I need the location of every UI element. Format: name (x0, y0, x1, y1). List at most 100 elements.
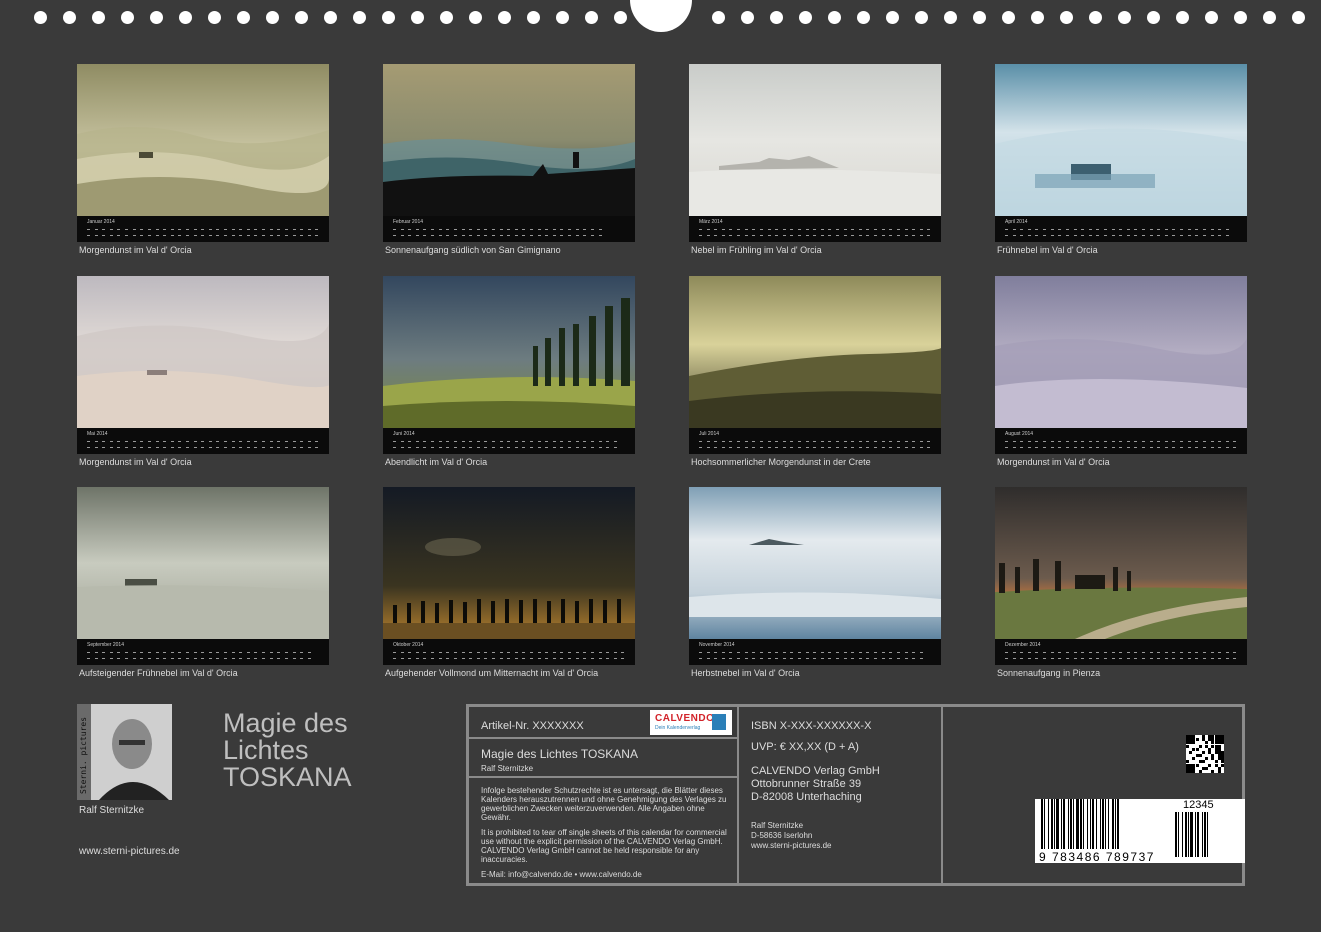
day-mark (469, 235, 473, 236)
month-name: Mai 2014 (87, 431, 108, 437)
binding-hole (469, 11, 482, 24)
day-mark (1157, 652, 1161, 653)
month-thumb-july: Juli 2014 Hochsommerlicher Morgendunst i… (689, 276, 941, 467)
day-mark (1164, 447, 1168, 448)
barcode-bar (1096, 799, 1097, 849)
qr-module (1217, 769, 1221, 773)
day-mark (1088, 235, 1092, 236)
day-mark (1012, 235, 1016, 236)
day-mark (836, 229, 840, 230)
day-mark (155, 235, 159, 236)
day-mark (132, 447, 136, 448)
day-mark (446, 447, 450, 448)
day-mark (193, 235, 197, 236)
binding-hole (886, 11, 899, 24)
day-mark (87, 447, 90, 448)
day-mark (537, 441, 541, 442)
day-mark (155, 229, 159, 230)
day-mark (813, 229, 817, 230)
day-mark (1180, 235, 1184, 236)
day-mark (1043, 447, 1047, 448)
qr-module (1192, 757, 1196, 761)
day-mark (896, 441, 900, 442)
day-mark (782, 235, 786, 236)
qr-module (1198, 744, 1202, 748)
calendar-strip-january: Januar 2014 (77, 216, 329, 242)
month-name: April 2014 (1005, 219, 1028, 225)
day-mark (178, 441, 182, 442)
day-mark (1020, 447, 1024, 448)
binding-hole (857, 11, 870, 24)
day-mark (813, 235, 817, 236)
day-mark (224, 235, 228, 236)
day-mark (178, 652, 182, 653)
day-mark (300, 229, 304, 230)
day-mark (866, 658, 870, 659)
photo-september (77, 487, 329, 639)
day-mark (239, 447, 243, 448)
day-mark (560, 652, 564, 653)
day-mark (530, 658, 534, 659)
day-mark (729, 441, 733, 442)
calvendo-logo: CALVENDO Dein Kalenderverlag (650, 710, 732, 735)
day-mark (552, 447, 556, 448)
day-mark (522, 652, 526, 653)
barcode-addon-bar (1188, 812, 1189, 857)
day-mark (461, 441, 465, 442)
day-mark (912, 235, 916, 236)
binding-hole (1147, 11, 1160, 24)
day-mark (1088, 658, 1092, 659)
day-mark (927, 235, 931, 236)
photo-june (383, 276, 635, 428)
day-mark (269, 447, 273, 448)
day-mark (919, 652, 923, 653)
day-mark (1164, 441, 1168, 442)
calendar-strip-may: Mai 2014 (77, 428, 329, 454)
day-mark (721, 235, 725, 236)
day-mark (1142, 447, 1146, 448)
day-mark (904, 658, 908, 659)
day-mark (522, 447, 526, 448)
day-mark (613, 447, 617, 448)
day-mark (1043, 652, 1047, 653)
day-mark (744, 229, 748, 230)
binding-hole (799, 11, 812, 24)
day-mark (714, 447, 718, 448)
day-mark (94, 229, 98, 230)
calendar-strip-october: Oktober 2014 (383, 639, 635, 665)
day-mark (469, 447, 473, 448)
day-mark (552, 652, 556, 653)
day-mark (797, 441, 801, 442)
day-mark (216, 229, 220, 230)
day-mark (1210, 652, 1214, 653)
day-mark (476, 658, 480, 659)
barcode-bar (1105, 799, 1106, 849)
photo-august (995, 276, 1247, 428)
day-mark (767, 235, 771, 236)
day-mark (1233, 658, 1237, 659)
qr-module (1186, 744, 1190, 748)
day-mark (530, 235, 534, 236)
day-mark (598, 441, 602, 442)
binding-hole (382, 11, 395, 24)
day-mark (1134, 658, 1138, 659)
day-mark (461, 229, 465, 230)
day-mark (423, 235, 427, 236)
day-mark (476, 229, 480, 230)
month-name: September 2014 (87, 642, 124, 648)
day-mark (484, 447, 488, 448)
day-mark (476, 652, 480, 653)
month-thumb-march: März 2014 Nebel im Frühling im Val d' Or… (689, 64, 941, 255)
day-mark (797, 658, 801, 659)
day-mark (560, 235, 564, 236)
day-mark (1111, 652, 1115, 653)
photo-caption: Sonnenaufgang südlich von San Gimignano (385, 245, 561, 255)
day-mark (1081, 441, 1085, 442)
day-mark (178, 658, 182, 659)
author-website[interactable]: www.sterni-pictures.de (79, 846, 180, 857)
day-mark (1081, 229, 1085, 230)
day-mark (1005, 229, 1008, 230)
day-mark (805, 441, 809, 442)
day-mark (874, 441, 878, 442)
day-mark (262, 229, 266, 230)
